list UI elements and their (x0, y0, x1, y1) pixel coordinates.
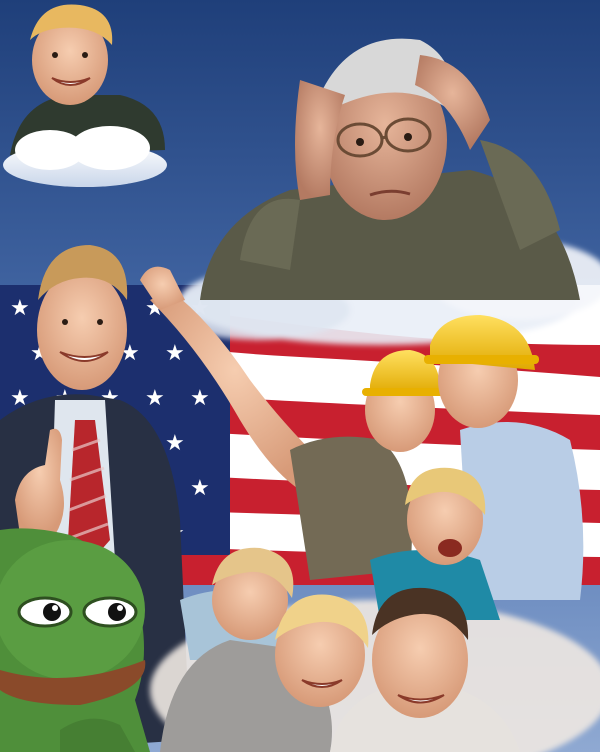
svg-text:★: ★ (190, 386, 210, 411)
meme-collage: ★★★★★ ★★★★ ★★★★★ ★★★★ ★★★★★ ★★★★ (0, 0, 600, 752)
svg-text:★: ★ (165, 431, 185, 456)
collage-canvas: ★★★★★ ★★★★ ★★★★★ ★★★★ ★★★★★ ★★★★ (0, 0, 600, 752)
svg-text:★: ★ (165, 341, 185, 366)
svg-text:★: ★ (10, 296, 30, 321)
small-cloud (3, 126, 167, 187)
svg-text:★: ★ (145, 386, 165, 411)
svg-text:★: ★ (190, 476, 210, 501)
